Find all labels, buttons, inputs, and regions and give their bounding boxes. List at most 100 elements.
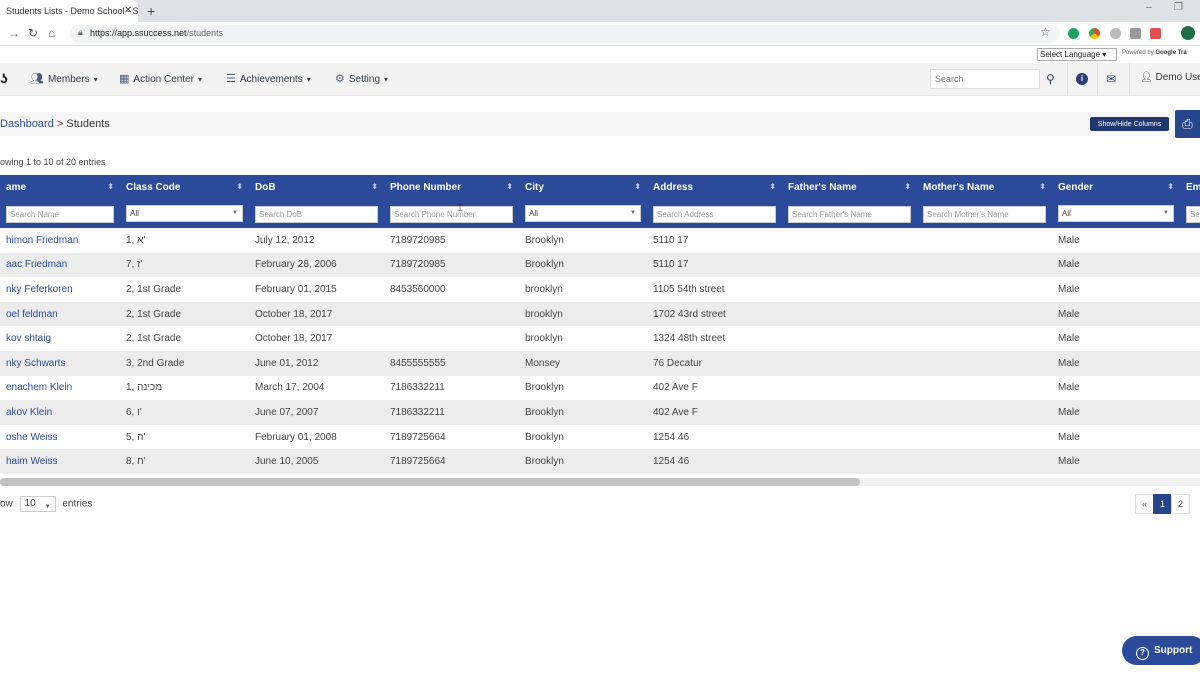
cell-class-code: 2, 1st Grade	[120, 326, 249, 351]
cell-name[interactable]: nky Schwarts	[0, 350, 120, 376]
filter-address-input[interactable]	[653, 206, 776, 223]
breadcrumb-current: Students	[66, 118, 110, 130]
cell-mother	[917, 301, 1052, 327]
filter-phone-input[interactable]	[390, 206, 513, 223]
restore-icon[interactable]: ❐	[1174, 2, 1183, 13]
page-length-select[interactable]: 10 ▼	[19, 496, 56, 512]
col-header-city[interactable]: City ⬍	[519, 175, 647, 199]
horizontal-scrollbar[interactable]	[0, 478, 1200, 486]
table-body: himon Friedman 1, א' July 12, 2012 71897209…	[0, 228, 1200, 474]
col-header-gender[interactable]: Gender ⬍	[1052, 175, 1180, 199]
cell-name[interactable]: aac Friedman	[0, 252, 120, 278]
cell-name[interactable]: haim Weiss	[0, 449, 120, 474]
profile-avatar[interactable]	[1181, 26, 1195, 40]
user-menu[interactable]: 👤︎ Demo User	[1140, 72, 1200, 83]
col-header-address[interactable]: Address ⬍	[647, 175, 782, 199]
cell-dob: June 01, 2012	[249, 350, 384, 376]
support-button[interactable]: ? Support	[1122, 636, 1200, 665]
logo[interactable]: ʖ	[0, 71, 10, 85]
cell-mother	[917, 424, 1052, 450]
close-icon[interactable]: ✕	[124, 0, 132, 22]
cell-name[interactable]: akov Klein	[0, 400, 120, 425]
col-header-mother[interactable]: Mother's Name ⬍	[917, 175, 1052, 199]
pagination-page[interactable]: 1	[1153, 494, 1172, 514]
cell-city: brooklyn	[519, 301, 647, 327]
info-icon[interactable]: i	[1076, 73, 1088, 85]
home-icon[interactable]: ⌂	[48, 26, 55, 40]
breadcrumb-dashboard-link[interactable]: Dashboard	[0, 118, 54, 130]
pagination-page[interactable]: 2	[1171, 494, 1190, 514]
extension-red-icon[interactable]	[1150, 28, 1161, 39]
scrollbar-thumb[interactable]	[0, 478, 860, 486]
sort-icon: ⬍	[236, 182, 243, 191]
color-extension-icon[interactable]	[1089, 28, 1100, 39]
table-row[interactable]: kov shtaig 2, 1st Grade October 18, 2017 br…	[0, 326, 1200, 351]
forward-icon[interactable]: →	[8, 26, 20, 40]
dropdown-arrow-icon: ▼	[44, 504, 51, 510]
cell-address: 5110 17	[647, 228, 782, 253]
col-header-father[interactable]: Father's Name ⬍	[782, 175, 917, 199]
menu-members[interactable]: 👥︎ Members ▾	[30, 72, 98, 85]
cell-name[interactable]: himon Friedman	[0, 228, 120, 253]
table-row[interactable]: aac Friedman 7, ז' February 28, 2006 718972…	[0, 252, 1200, 278]
filter-name-input[interactable]	[6, 206, 114, 223]
filter-gender-select[interactable]: All ▼	[1058, 205, 1174, 222]
filter-email-input[interactable]	[1186, 206, 1200, 223]
col-header-email[interactable]: Em	[1180, 175, 1200, 199]
cell-email	[1180, 277, 1200, 302]
pdf-export-icon[interactable]: ⎙	[1175, 110, 1200, 138]
address-bar-row: → ↻ ⌂ 🔒︎ https://app.ssuccess.net/studen…	[0, 22, 1200, 46]
bookmark-star-icon[interactable]: ☆	[1040, 25, 1051, 39]
cell-phone: 8453560000	[384, 277, 519, 302]
table-row[interactable]: enachem Klein 1, מכינה March 17, 2004 71863…	[0, 375, 1200, 401]
header-row: ame ⬍ Class Code ⬍ DoB ⬍ Phone Number ⬍ City…	[0, 175, 1200, 199]
sort-icon: ⬍	[107, 182, 114, 191]
table-row[interactable]: oshe Weiss 5, ה' February 01, 2008 71897256…	[0, 424, 1200, 450]
table-row[interactable]: haim Weiss 8, ח' June 10, 2005 7189725664 Br…	[0, 449, 1200, 474]
cell-gender: Male	[1052, 252, 1180, 278]
menu-action-center[interactable]: ▦ Action Center ▾	[119, 72, 202, 85]
search-input[interactable]	[930, 69, 1040, 89]
cell-class-code: 7, ז'	[120, 252, 249, 278]
cell-email	[1180, 350, 1200, 376]
table-row[interactable]: nky Schwarts 3, 2nd Grade June 01, 2012 845…	[0, 350, 1200, 376]
chevron-down-icon: ▾	[384, 75, 389, 84]
cell-name[interactable]: nky Feferkoren	[0, 277, 120, 302]
col-header-name[interactable]: ame ⬍	[0, 175, 120, 199]
extension-n-icon[interactable]	[1130, 28, 1141, 39]
search-icon[interactable]: ⚲	[1046, 72, 1055, 86]
table-row[interactable]: nky Feferkoren 2, 1st Grade February 01, 2…	[0, 277, 1200, 302]
extension-icon[interactable]	[1110, 28, 1121, 39]
cell-gender: Male	[1052, 400, 1180, 425]
mail-icon[interactable]: ✉	[1106, 72, 1116, 86]
cell-class-code: 6, ו'	[120, 400, 249, 425]
filter-class-code-select[interactable]: All ▼	[126, 205, 243, 222]
cell-phone	[384, 301, 519, 327]
grammarly-extension-icon[interactable]	[1068, 28, 1079, 39]
filter-city-select[interactable]: All ▼	[525, 205, 641, 222]
col-header-phone[interactable]: Phone Number ⬍	[384, 175, 519, 199]
language-select[interactable]: Select Language ▾	[1037, 48, 1117, 61]
new-tab-icon[interactable]: +	[147, 0, 155, 22]
show-hide-columns-button[interactable]: Show/Hide Columns	[1090, 117, 1169, 131]
col-header-class-code[interactable]: Class Code ⬍	[120, 175, 249, 199]
table-row[interactable]: oel feldman 2, 1st Grade October 18, 2017 b…	[0, 301, 1200, 327]
reload-icon[interactable]: ↻	[28, 26, 38, 40]
pagination-prev[interactable]: «	[1135, 494, 1154, 514]
url-field[interactable]: 🔒︎ https://app.ssuccess.net/students	[70, 25, 1060, 43]
filter-mother-input[interactable]	[923, 206, 1046, 223]
col-header-dob[interactable]: DoB ⬍	[249, 175, 384, 199]
cell-name[interactable]: oel feldman	[0, 301, 120, 327]
table-row[interactable]: himon Friedman 1, א' July 12, 2012 71897209…	[0, 228, 1200, 253]
cell-address: 5110 17	[647, 252, 782, 278]
table-row[interactable]: akov Klein 6, ו' June 07, 2007 7186332211 Br…	[0, 400, 1200, 425]
filter-dob-input[interactable]	[255, 206, 378, 223]
menu-achievements[interactable]: ☰ Achievements ▾	[226, 72, 311, 85]
filter-father-input[interactable]	[788, 206, 911, 223]
cell-name[interactable]: enachem Klein	[0, 375, 120, 401]
cell-name[interactable]: oshe Weiss	[0, 424, 120, 450]
cell-name[interactable]: kov shtaig	[0, 326, 120, 351]
menu-setting[interactable]: ⚙ Setting ▾	[335, 72, 388, 85]
minimize-icon[interactable]: –	[1146, 2, 1152, 13]
browser-tab[interactable]: Students Lists - Demo School - S ✕	[0, 0, 138, 22]
